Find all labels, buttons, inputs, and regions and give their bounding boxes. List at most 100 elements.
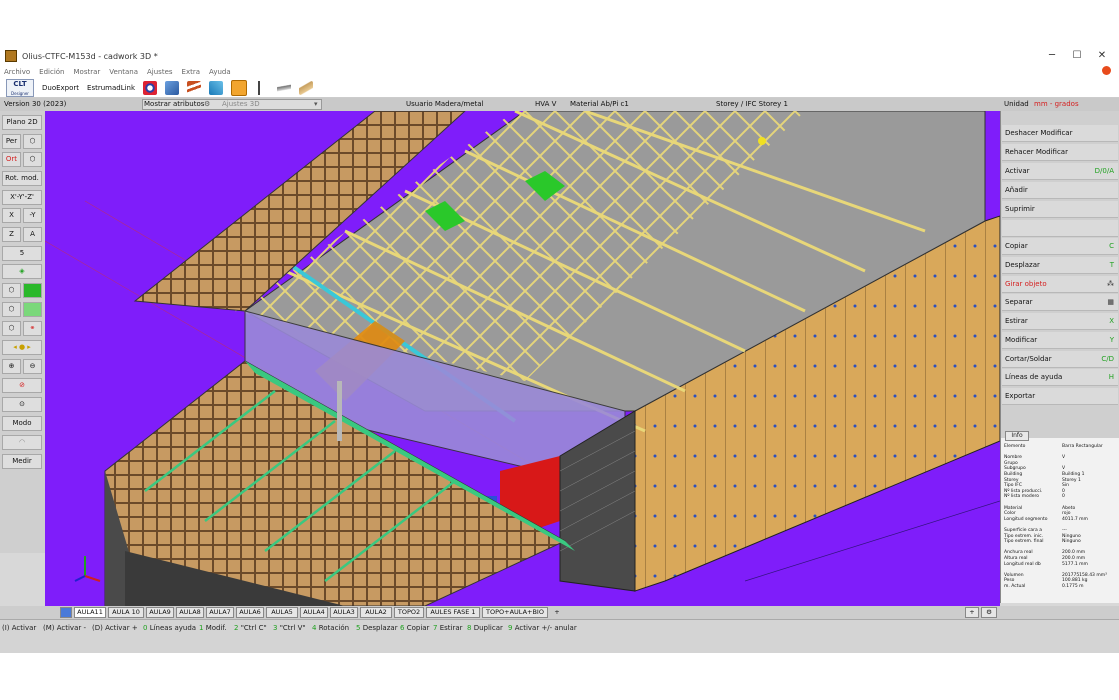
notification-icon[interactable]: [1102, 66, 1111, 75]
link-icon[interactable]: ⚭: [23, 321, 42, 336]
navigation-arrows-icon[interactable]: ◂ ● ▸: [2, 340, 42, 355]
empty-slot: [1002, 220, 1118, 237]
ajustes-3d-dropdown[interactable]: Ajustes 3D: [222, 99, 260, 110]
tab-aules-fase-1[interactable]: AULES FASE 1: [426, 607, 480, 618]
orthographic-button[interactable]: Ort: [2, 152, 21, 167]
girar-label: Girar objeto: [1005, 280, 1047, 288]
tab-aula8[interactable]: AULA8: [176, 607, 204, 618]
clt-designer-button[interactable]: CLT Designer: [6, 78, 34, 97]
lineas-ayuda-button[interactable]: Líneas de ayuda H: [1002, 369, 1118, 386]
unidad-value[interactable]: mm - grados: [1034, 99, 1079, 110]
hint-text: (D) Activar +: [92, 624, 138, 632]
minimize-button[interactable]: ─: [1040, 49, 1064, 63]
tab-aula6[interactable]: AULA6: [236, 607, 264, 618]
info-value: Abeto: [1062, 505, 1076, 511]
wireframe-cube-icon[interactable]: ⬡: [2, 283, 21, 298]
briefcase-icon[interactable]: [231, 79, 248, 96]
hint-text: Duplicar: [473, 624, 503, 632]
beam-icon[interactable]: [299, 80, 314, 95]
tab-topo-aula-bio[interactable]: TOPO+AULA+BIO: [482, 607, 548, 618]
info-tab[interactable]: Info: [1005, 431, 1029, 441]
usuario-field[interactable]: Usuario Madera/metal: [406, 99, 484, 110]
estrumadlink-button[interactable]: EstrumadLink: [87, 84, 135, 92]
grid-view-icon[interactable]: ◈: [2, 264, 42, 279]
hidden-cube-icon[interactable]: ⬡: [2, 302, 21, 317]
gauge-icon[interactable]: ◠: [2, 435, 42, 450]
activar-button[interactable]: Activar D/0/A: [1002, 163, 1118, 180]
cube-view-icon[interactable]: ⬡: [23, 134, 42, 149]
tab-aula4[interactable]: AULA4: [300, 607, 328, 618]
material-field[interactable]: Material Ab/Pi c1: [570, 99, 629, 110]
suprimir-button[interactable]: Suprimir: [1002, 201, 1118, 218]
a-view-button[interactable]: A: [23, 227, 42, 242]
duoexport-button[interactable]: DuoExport: [42, 84, 79, 92]
chevron-down-icon[interactable]: ▾: [314, 99, 318, 110]
z-view-button[interactable]: Z: [2, 227, 21, 242]
hint-rotacion: 4 Rotación: [312, 624, 349, 632]
add-view-icon[interactable]: +: [965, 607, 979, 618]
add-tab-button[interactable]: +: [550, 607, 564, 618]
tab-aula2[interactable]: AULA2: [360, 607, 392, 618]
shaded-cube-icon[interactable]: [23, 302, 42, 317]
storey-field[interactable]: Storey / IFC Storey 1: [716, 99, 788, 110]
gallows-icon[interactable]: [255, 80, 270, 95]
x-view-button[interactable]: X: [2, 208, 21, 223]
solid-cube-icon[interactable]: [23, 283, 42, 298]
zoom-out-icon[interactable]: ⊖: [23, 359, 42, 374]
exportar-button[interactable]: Exportar: [1002, 388, 1118, 405]
tab-topo2[interactable]: TOPO2: [394, 607, 424, 618]
girar-button[interactable]: Girar objeto ⁂: [1002, 276, 1118, 293]
modo-button[interactable]: Modo: [2, 416, 42, 431]
cube-ortho-icon[interactable]: ⬡: [23, 152, 42, 167]
tab-aula5[interactable]: AULA5: [266, 607, 298, 618]
zoom-all-icon[interactable]: ⊙: [2, 397, 42, 412]
building-model: [45, 111, 1000, 606]
stairs-icon[interactable]: [187, 80, 202, 95]
menu-mostrar[interactable]: Mostrar: [74, 68, 101, 76]
copiar-button[interactable]: Copiar C: [1002, 238, 1118, 255]
anadir-button[interactable]: Añadir: [1002, 182, 1118, 199]
redo-button[interactable]: Rehacer Modificar: [1002, 144, 1118, 161]
perspective-button[interactable]: Per: [2, 134, 21, 149]
gear-icon[interactable]: ⚙: [204, 99, 210, 110]
menu-ajustes[interactable]: Ajustes: [147, 68, 173, 76]
close-button[interactable]: ✕: [1090, 49, 1114, 63]
hint-ctrl-v: 3 "Ctrl V": [273, 624, 306, 632]
undo-button[interactable]: Deshacer Modificar: [1002, 125, 1118, 142]
outline-cube-icon[interactable]: ⬡: [2, 321, 21, 336]
hva-field[interactable]: HVA V: [535, 99, 556, 110]
roof-icon[interactable]: [277, 80, 292, 95]
five-button[interactable]: 5: [2, 246, 42, 261]
menu-edicion[interactable]: Edición: [39, 68, 64, 76]
tab-aula9[interactable]: AULA9: [146, 607, 174, 618]
separar-button[interactable]: Separar ▦: [1002, 294, 1118, 311]
menu-ayuda[interactable]: Ayuda: [209, 68, 231, 76]
connector-icon[interactable]: [209, 80, 224, 95]
rot-mod-button[interactable]: Rot. mod.: [2, 171, 42, 186]
menu-archivo[interactable]: Archivo: [4, 68, 30, 76]
view-settings-gear-icon[interactable]: ⚙: [981, 607, 997, 618]
mostrar-atributos-button[interactable]: Mostrar atributos: [144, 99, 204, 110]
tab-aula11[interactable]: AULA11: [74, 607, 106, 618]
menu-ventana[interactable]: Ventana: [109, 68, 138, 76]
menu-extra[interactable]: Extra: [182, 68, 200, 76]
zoom-window-icon[interactable]: ⊘: [2, 378, 42, 393]
desplazar-button[interactable]: Desplazar T: [1002, 257, 1118, 274]
xyz-button[interactable]: X'-Y'-Z': [2, 190, 42, 205]
tab-aula10[interactable]: AULA 10: [108, 607, 144, 618]
zoom-in-icon[interactable]: ⊕: [2, 359, 21, 374]
estirar-button[interactable]: Estirar X: [1002, 313, 1118, 330]
plano-2d-button[interactable]: Plano 2D: [2, 115, 42, 130]
tab-aula7[interactable]: AULA7: [206, 607, 234, 618]
tab-aula3[interactable]: AULA3: [330, 607, 358, 618]
neg-y-view-button[interactable]: -Y: [23, 208, 42, 223]
csv-export-icon[interactable]: [165, 80, 180, 95]
3d-viewport[interactable]: [45, 111, 1000, 606]
modificar-button[interactable]: Modificar Y: [1002, 332, 1118, 349]
cortar-soldar-button[interactable]: Cortar/Soldar C/D: [1002, 351, 1118, 368]
checker-icon: ▦: [1107, 298, 1114, 306]
maximize-button[interactable]: ☐: [1065, 49, 1089, 63]
globe-tool-icon[interactable]: [143, 80, 158, 95]
tab-color-swatch[interactable]: [60, 607, 72, 618]
medir-button[interactable]: Medir: [2, 454, 42, 469]
